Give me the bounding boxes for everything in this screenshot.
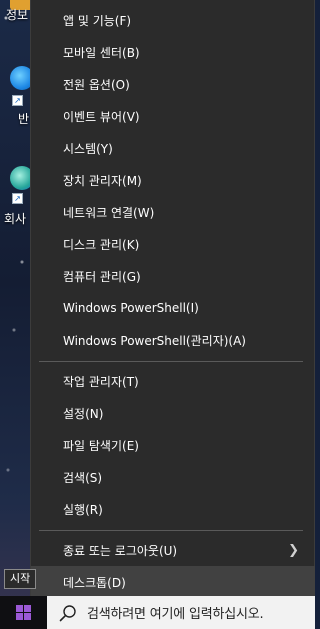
menu-item-powershell-admin[interactable]: Windows PowerShell(관리자)(A) bbox=[31, 324, 315, 356]
menu-item-label: 장치 관리자(M) bbox=[63, 173, 142, 188]
menu-item-search[interactable]: 검색(S) bbox=[31, 461, 315, 493]
desktop-icon-info[interactable]: 정보 bbox=[0, 0, 34, 30]
menu-item-label: 이벤트 뷰어(V) bbox=[63, 109, 140, 124]
menu-item-label: 종료 또는 로그아웃(U) bbox=[63, 543, 178, 558]
search-placeholder: 검색하려면 여기에 입력하십시오. bbox=[87, 607, 264, 622]
windows-logo-icon bbox=[16, 605, 31, 620]
menu-separator bbox=[39, 361, 303, 362]
taskbar-search-box[interactable]: 검색하려면 여기에 입력하십시오. bbox=[47, 596, 315, 629]
start-tooltip: 시작 bbox=[4, 569, 37, 589]
desktop-icon-ban[interactable]: ↗ 반 bbox=[0, 60, 34, 130]
desktop-icon-company[interactable]: ↗ 회사 bbox=[0, 160, 34, 230]
menu-item-label: 앱 및 기능(F) bbox=[63, 13, 132, 28]
menu-item-device-manager[interactable]: 장치 관리자(M) bbox=[31, 164, 315, 196]
menu-item-label: 모바일 센터(B) bbox=[63, 45, 140, 60]
menu-separator bbox=[39, 530, 303, 531]
desktop-icon-label: 반 bbox=[18, 112, 30, 126]
search-icon bbox=[59, 604, 76, 621]
menu-item-apps-features[interactable]: 앱 및 기능(F) bbox=[31, 4, 315, 36]
winx-context-menu: 앱 및 기능(F) 모바일 센터(B) 전원 옵션(O) 이벤트 뷰어(V) 시… bbox=[30, 0, 315, 598]
menu-item-file-explorer[interactable]: 파일 탐색기(E) bbox=[31, 429, 315, 461]
menu-item-disk-management[interactable]: 디스크 관리(K) bbox=[31, 228, 315, 260]
menu-item-label: 작업 관리자(T) bbox=[63, 374, 139, 389]
menu-item-system[interactable]: 시스템(Y) bbox=[31, 132, 315, 164]
menu-item-settings[interactable]: 설정(N) bbox=[31, 397, 315, 429]
menu-item-power-options[interactable]: 전원 옵션(O) bbox=[31, 68, 315, 100]
menu-item-computer-management[interactable]: 컴퓨터 관리(G) bbox=[31, 260, 315, 292]
menu-item-label: 전원 옵션(O) bbox=[63, 77, 130, 92]
desktop-icon-label: 회사 bbox=[4, 212, 27, 226]
menu-item-mobility-center[interactable]: 모바일 센터(B) bbox=[31, 36, 315, 68]
menu-item-label: 실행(R) bbox=[63, 502, 103, 517]
menu-item-label: 설정(N) bbox=[63, 406, 104, 421]
menu-item-desktop[interactable]: 데스크톱(D) bbox=[31, 566, 315, 598]
menu-item-label: Windows PowerShell(관리자)(A) bbox=[63, 333, 246, 348]
menu-item-label: 컴퓨터 관리(G) bbox=[63, 269, 141, 284]
menu-item-shutdown-signout[interactable]: 종료 또는 로그아웃(U) ❯ bbox=[31, 534, 315, 566]
shortcut-arrow-icon: ↗ bbox=[12, 193, 23, 204]
menu-item-label: 시스템(Y) bbox=[63, 141, 113, 156]
chevron-right-icon: ❯ bbox=[288, 543, 299, 558]
menu-item-label: 데스크톱(D) bbox=[63, 575, 126, 590]
menu-item-powershell[interactable]: Windows PowerShell(I) bbox=[31, 292, 315, 324]
menu-item-label: 파일 탐색기(E) bbox=[63, 438, 139, 453]
taskbar: 검색하려면 여기에 입력하십시오. bbox=[0, 596, 315, 629]
menu-item-label: 디스크 관리(K) bbox=[63, 237, 140, 252]
menu-item-label: 검색(S) bbox=[63, 470, 103, 485]
desktop-icon-label: 정보 bbox=[6, 8, 29, 22]
menu-item-label: 네트워크 연결(W) bbox=[63, 205, 155, 220]
menu-item-task-manager[interactable]: 작업 관리자(T) bbox=[31, 365, 315, 397]
menu-item-network-connections[interactable]: 네트워크 연결(W) bbox=[31, 196, 315, 228]
start-button[interactable] bbox=[0, 596, 47, 629]
menu-item-label: Windows PowerShell(I) bbox=[63, 301, 199, 315]
shortcut-arrow-icon: ↗ bbox=[12, 95, 23, 106]
menu-item-run[interactable]: 실행(R) bbox=[31, 493, 315, 525]
menu-item-event-viewer[interactable]: 이벤트 뷰어(V) bbox=[31, 100, 315, 132]
